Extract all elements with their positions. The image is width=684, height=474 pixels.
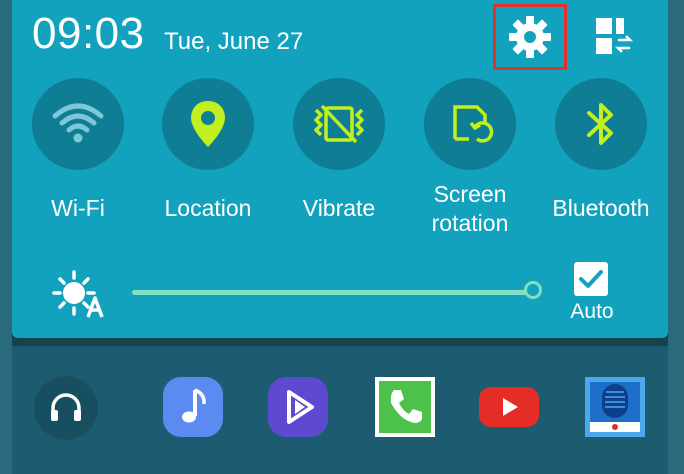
youtube-icon	[479, 387, 539, 427]
clock-date: Tue, June 27	[164, 28, 304, 55]
microphone-icon	[585, 377, 645, 437]
app-dock	[12, 346, 668, 474]
phone-app[interactable]	[374, 376, 436, 438]
brightness-auto-icon	[52, 270, 112, 320]
edit-quick-settings-button[interactable]	[590, 12, 638, 60]
toggle-location-label: Location	[164, 195, 252, 221]
brightness-slider-thumb[interactable]	[524, 281, 542, 299]
toggle-vibrate-label: Vibrate	[302, 195, 376, 221]
location-icon	[191, 101, 225, 147]
toggle-screen-rotation-label-line1: Screen	[433, 181, 507, 207]
music-note-icon	[163, 377, 223, 437]
auto-brightness-label: Auto	[570, 300, 614, 323]
headphones-icon	[51, 393, 81, 421]
clock-time: 09:03	[32, 9, 145, 58]
toggle-screen-rotation[interactable]: Screen rotation	[405, 78, 535, 238]
headphones-app[interactable]	[34, 376, 98, 440]
vibrate-icon	[314, 104, 364, 144]
toggle-vibrate-circle	[293, 78, 385, 170]
video-app[interactable]	[267, 376, 329, 438]
gear-icon	[509, 16, 551, 58]
toggle-screen-rotation-label: Screen rotation	[405, 180, 535, 238]
quick-settings-panel: 09:03 Tue, June 27 Wi-Fi Location Vibrat…	[12, 0, 668, 338]
youtube-app[interactable]	[478, 376, 540, 438]
phone-icon	[375, 377, 435, 437]
bluetooth-icon	[587, 103, 613, 145]
toggle-wifi-label: Wi-Fi	[51, 195, 105, 221]
toggle-location[interactable]: Location	[143, 78, 273, 223]
check-icon	[579, 270, 603, 288]
auto-brightness-checkbox[interactable]	[574, 262, 608, 296]
toggle-screen-rotation-circle	[424, 78, 516, 170]
settings-button[interactable]	[493, 4, 567, 70]
toggle-wifi[interactable]: Wi-Fi	[13, 78, 143, 223]
wifi-icon	[52, 103, 104, 143]
toggle-screen-rotation-label-line2: rotation	[431, 210, 509, 236]
toggle-bluetooth-circle	[555, 78, 647, 170]
voice-recorder-app[interactable]	[584, 376, 646, 438]
screen-rotation-icon	[453, 105, 494, 143]
grid-edit-icon	[596, 18, 634, 54]
background-left-edge	[0, 0, 12, 474]
toggle-bluetooth[interactable]: Bluetooth	[536, 78, 666, 223]
toggle-wifi-circle	[32, 78, 124, 170]
brightness-slider-track[interactable]	[132, 290, 532, 295]
toggle-vibrate[interactable]: Vibrate	[274, 78, 404, 223]
toggle-bluetooth-label: Bluetooth	[552, 195, 650, 221]
music-app[interactable]	[162, 376, 224, 438]
play-icon	[268, 377, 328, 437]
background-right-edge	[668, 0, 684, 474]
toggle-location-circle	[162, 78, 254, 170]
